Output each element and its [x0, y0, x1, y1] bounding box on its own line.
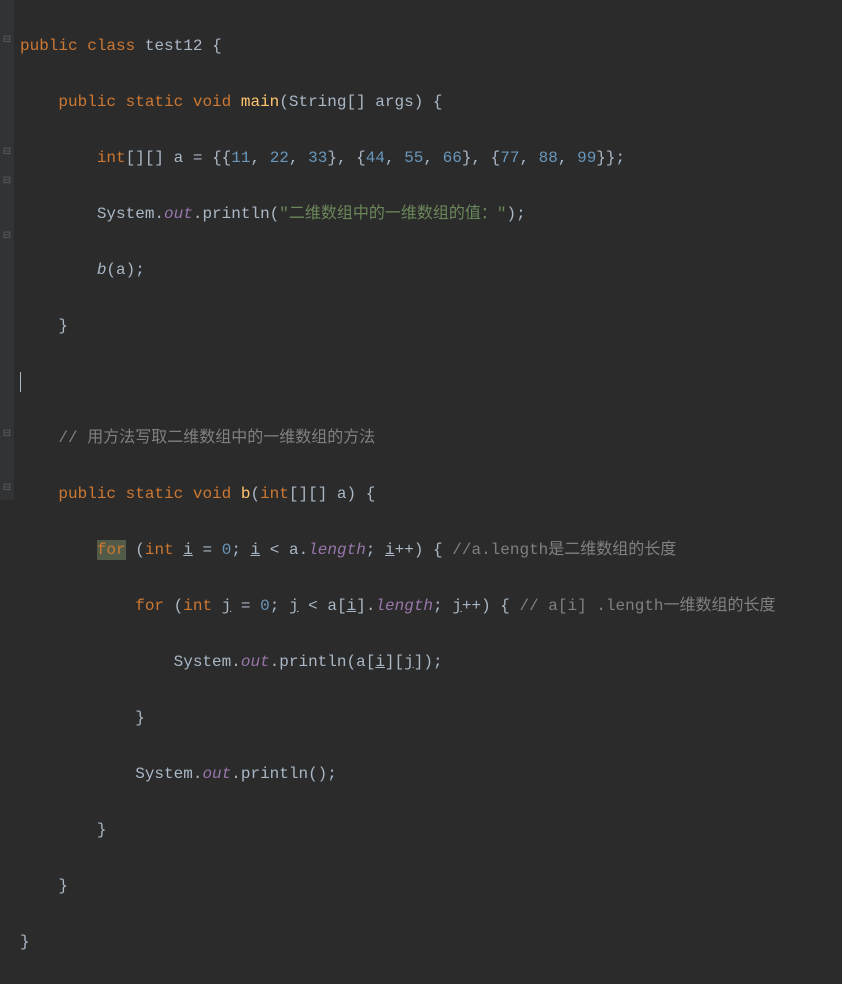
- code-line: }: [20, 704, 842, 732]
- code-line: }: [20, 928, 842, 956]
- code-line: public static void main(String[] args) {: [20, 88, 842, 116]
- code-line: int[][] a = {{11, 22, 33}, {44, 55, 66},…: [20, 144, 842, 172]
- fold-close-icon[interactable]: ⊟: [2, 430, 12, 440]
- code-line: System.out.println();: [20, 760, 842, 788]
- code-line: }: [20, 312, 842, 340]
- code-line: System.out.println("二维数组中的一维数组的值：");: [20, 200, 842, 228]
- code-line: // 用方法写取二维数组中的一维数组的方法: [20, 424, 842, 452]
- code-line: public class test12 {: [20, 32, 842, 60]
- fold-close-icon[interactable]: ⊟: [2, 177, 12, 187]
- fold-close-icon[interactable]: ⊟: [2, 484, 12, 494]
- code-line: }: [20, 816, 842, 844]
- gutter: ⊟ ⊟ ⊟ ⊟ ⊟ ⊟: [0, 0, 14, 500]
- fold-open-icon[interactable]: ⊟: [2, 232, 12, 242]
- code-line: }: [20, 872, 842, 900]
- fold-close-icon[interactable]: ⊟: [2, 148, 12, 158]
- code-line: for (int i = 0; i < a.length; i++) { //a…: [20, 536, 842, 564]
- code-line: for (int j = 0; j < a[i].length; j++) { …: [20, 592, 842, 620]
- code-line: public static void b(int[][] a) {: [20, 480, 842, 508]
- code-line: System.out.println(a[i][j]);: [20, 648, 842, 676]
- code-editor[interactable]: public class test12 { public static void…: [14, 0, 842, 500]
- fold-open-icon[interactable]: ⊟: [2, 36, 12, 46]
- code-line: [20, 368, 842, 396]
- code-line: b(a);: [20, 256, 842, 284]
- text-cursor: [20, 372, 21, 392]
